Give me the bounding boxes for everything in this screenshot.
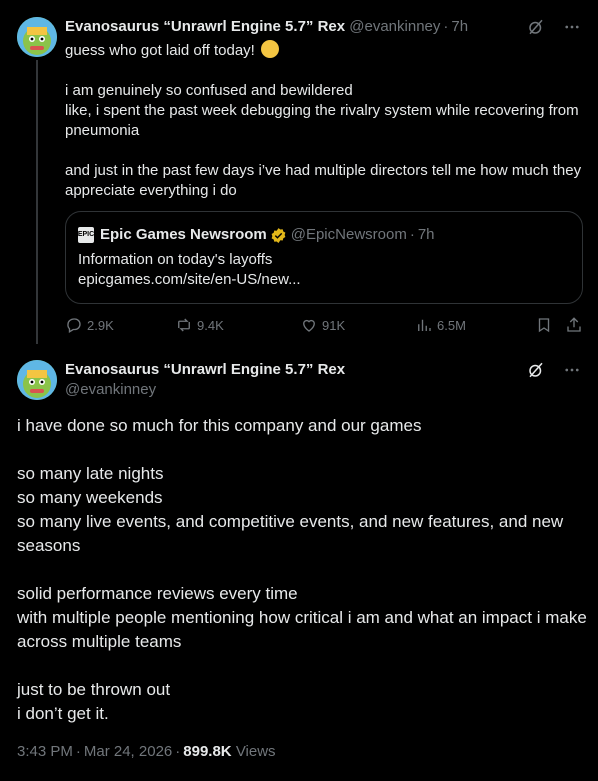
views-total: 899.8K	[183, 743, 232, 760]
bookmark-button[interactable]	[535, 316, 553, 334]
more-options-icon[interactable]	[562, 360, 582, 380]
verified-badge-icon	[271, 227, 286, 243]
face-with-hand-over-mouth-icon	[261, 40, 280, 58]
views-label: Views	[235, 743, 276, 760]
dot-separator: ·	[175, 743, 181, 760]
author-handle[interactable]: @evankinney	[349, 18, 440, 35]
author-name[interactable]: Evanosaurus “Unrawrl Engine 5.7” Rex	[65, 18, 345, 35]
like-button[interactable]: 91K	[300, 316, 345, 334]
dot-separator: ·	[409, 226, 415, 243]
tweet-header: Evanosaurus “Unrawrl Engine 5.7” Rex @ev…	[65, 360, 345, 400]
tweet-meta: 3:43 PM · Mar 24, 2026 · 899.8K Views	[17, 742, 276, 762]
dot-separator: ·	[75, 743, 81, 760]
share-button[interactable]	[565, 316, 583, 334]
reply-button[interactable]: 2.9K	[65, 316, 114, 334]
tweet-text: i have done so much for this company and…	[17, 416, 587, 723]
tweet-time[interactable]: 7h	[451, 18, 468, 35]
epic-games-logo-icon: EPIC	[78, 227, 94, 243]
more-options-icon[interactable]	[562, 17, 582, 37]
dinosaur-avatar-icon	[17, 17, 57, 57]
bookmark-icon	[538, 318, 550, 333]
tweet-header-icons	[526, 360, 582, 380]
avatar[interactable]	[17, 360, 57, 400]
quote-text: Information on today's layoffs epicgames…	[78, 251, 301, 288]
repost-icon	[178, 318, 190, 332]
thread-connector	[36, 60, 38, 344]
tweet-text-rest: i am genuinely so confused and bewildere…	[65, 82, 582, 199]
dot-separator: ·	[443, 18, 449, 35]
repost-count: 9.4K	[197, 317, 224, 333]
views-count: 6.5M	[437, 317, 466, 333]
avatar[interactable]	[17, 17, 57, 57]
tweet-header-icons	[526, 17, 582, 37]
repost-button[interactable]: 9.4K	[175, 316, 224, 334]
grok-icon[interactable]	[526, 17, 546, 37]
tweet-actions: 2.9K 9.4K 91K 6.5M	[65, 316, 585, 336]
author-handle[interactable]: @evankinney	[65, 380, 345, 400]
reply-count: 2.9K	[87, 317, 114, 333]
analytics-icon	[418, 319, 431, 331]
quote-time: 7h	[417, 226, 435, 243]
quoted-tweet[interactable]: EPIC Epic Games Newsroom @EpicNewsroom · 7…	[65, 211, 583, 304]
tweet-header: Evanosaurus “Unrawrl Engine 5.7” Rex @ev…	[65, 17, 535, 37]
quote-author-name: Epic Games Newsroom	[100, 226, 267, 243]
tweet-text: guess who got laid off today! i am genui…	[65, 40, 585, 201]
author-name[interactable]: Evanosaurus “Unrawrl Engine 5.7” Rex	[65, 360, 345, 380]
like-count: 91K	[322, 317, 346, 333]
tweet-text-line: guess who got laid off today!	[65, 42, 255, 59]
quote-author-handle: @EpicNewsroom	[290, 226, 407, 243]
views-button[interactable]: 6.5M	[415, 316, 466, 334]
tweet-date[interactable]: Mar 24, 2026	[84, 743, 172, 760]
grok-icon[interactable]	[526, 360, 546, 380]
tweet-timestamp[interactable]: 3:43 PM	[17, 743, 73, 760]
dinosaur-avatar-icon	[17, 360, 57, 400]
share-icon	[567, 317, 581, 332]
heart-icon	[303, 319, 315, 332]
reply-icon	[67, 318, 81, 333]
